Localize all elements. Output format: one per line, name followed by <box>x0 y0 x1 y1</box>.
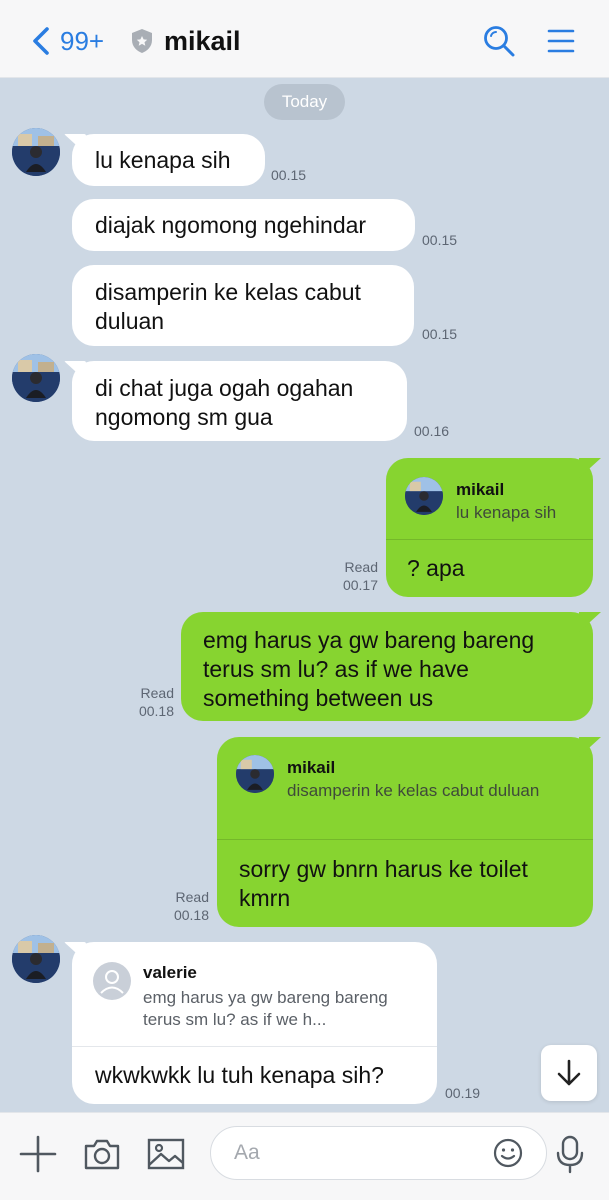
message-time: 00.15 <box>271 167 307 183</box>
message-bubble[interactable]: emg harus ya gw bareng bareng terus sm l… <box>181 612 593 721</box>
profile-photo <box>236 755 274 793</box>
avatar[interactable] <box>12 128 60 176</box>
read-status: Read <box>140 685 174 701</box>
reply-preview: emg harus ya gw bareng bareng terus sm l… <box>143 988 388 1029</box>
message-text: wkwkwkk lu tuh kenapa sih? <box>95 1062 384 1088</box>
message-time: 00.19 <box>445 1085 481 1101</box>
message-time: 00.17 <box>342 577 378 593</box>
emoji-icon[interactable] <box>493 1138 523 1168</box>
chat-title[interactable]: mikail <box>164 24 241 58</box>
profile-photo <box>12 935 60 983</box>
message-text: ? apa <box>407 555 465 581</box>
chevron-left-icon <box>33 27 49 55</box>
message-bubble[interactable]: mikail disamperin ke kelas cabut duluan … <box>217 737 593 927</box>
avatar[interactable] <box>12 354 60 402</box>
message-bubble[interactable]: di chat juga ogah ogahan ngomong sm gua <box>72 361 407 441</box>
message-text: lu kenapa sih <box>95 147 231 173</box>
search-icon[interactable] <box>482 24 516 58</box>
message-meta: Read 00.18 <box>161 888 209 924</box>
reply-sender: valerie <box>143 963 197 982</box>
reply-preview: disamperin ke kelas cabut duluan <box>287 781 540 800</box>
message-meta: Read 00.18 <box>126 684 174 720</box>
message-text: emg harus ya gw bareng bareng terus sm l… <box>203 627 535 711</box>
reply-divider <box>217 839 593 840</box>
avatar[interactable] <box>12 935 60 983</box>
message-meta: Read 00.17 <box>330 558 378 594</box>
message-input[interactable]: Aa <box>210 1126 547 1180</box>
read-status: Read <box>175 889 209 905</box>
camera-icon[interactable] <box>82 1134 122 1174</box>
profile-photo <box>12 128 60 176</box>
message-text: sorry gw bnrn harus ke toilet kmrn <box>239 856 528 911</box>
message-time: 00.18 <box>173 907 209 923</box>
reply-sender: mikail <box>287 758 336 777</box>
message-time: 00.16 <box>414 423 450 439</box>
message-bubble[interactable]: diajak ngomong ngehindar <box>72 199 415 251</box>
menu-icon[interactable] <box>546 26 576 56</box>
message-bubble[interactable]: valerie emg harus ya gw bareng bareng te… <box>72 942 437 1104</box>
message-time: 00.15 <box>422 232 458 248</box>
message-bubble[interactable]: lu kenapa sih <box>72 134 265 186</box>
reply-avatar <box>405 477 443 515</box>
microphone-icon[interactable] <box>550 1134 590 1174</box>
message-bubble[interactable]: disamperin ke kelas cabut duluan <box>72 265 414 346</box>
scroll-to-bottom-button[interactable] <box>541 1045 597 1101</box>
back-button[interactable] <box>26 24 56 58</box>
message-time: 00.18 <box>138 703 174 719</box>
message-time: 00.15 <box>422 326 458 342</box>
profile-photo <box>12 354 60 402</box>
reply-divider <box>386 539 593 540</box>
message-bubble[interactable]: mikail lu kenapa sih ? apa <box>386 458 593 597</box>
reply-avatar <box>236 755 274 793</box>
default-avatar-icon <box>93 962 131 1000</box>
chat-header: 99+ mikail <box>0 0 609 78</box>
message-input-placeholder: Aa <box>234 1141 260 1164</box>
reply-preview: lu kenapa sih <box>456 503 557 522</box>
day-divider: Today <box>264 84 345 120</box>
arrow-down-icon <box>557 1059 581 1086</box>
shield-icon <box>132 29 152 53</box>
unread-count[interactable]: 99+ <box>60 24 104 58</box>
message-text: disamperin ke kelas cabut duluan <box>95 279 361 334</box>
message-text: di chat juga ogah ogahan ngomong sm gua <box>95 375 354 430</box>
message-text: diajak ngomong ngehindar <box>95 212 367 238</box>
reply-divider <box>72 1046 437 1047</box>
profile-photo <box>405 477 443 515</box>
plus-icon[interactable] <box>18 1134 58 1174</box>
reply-sender: mikail <box>456 480 505 499</box>
image-icon[interactable] <box>146 1134 186 1174</box>
read-status: Read <box>344 559 378 575</box>
